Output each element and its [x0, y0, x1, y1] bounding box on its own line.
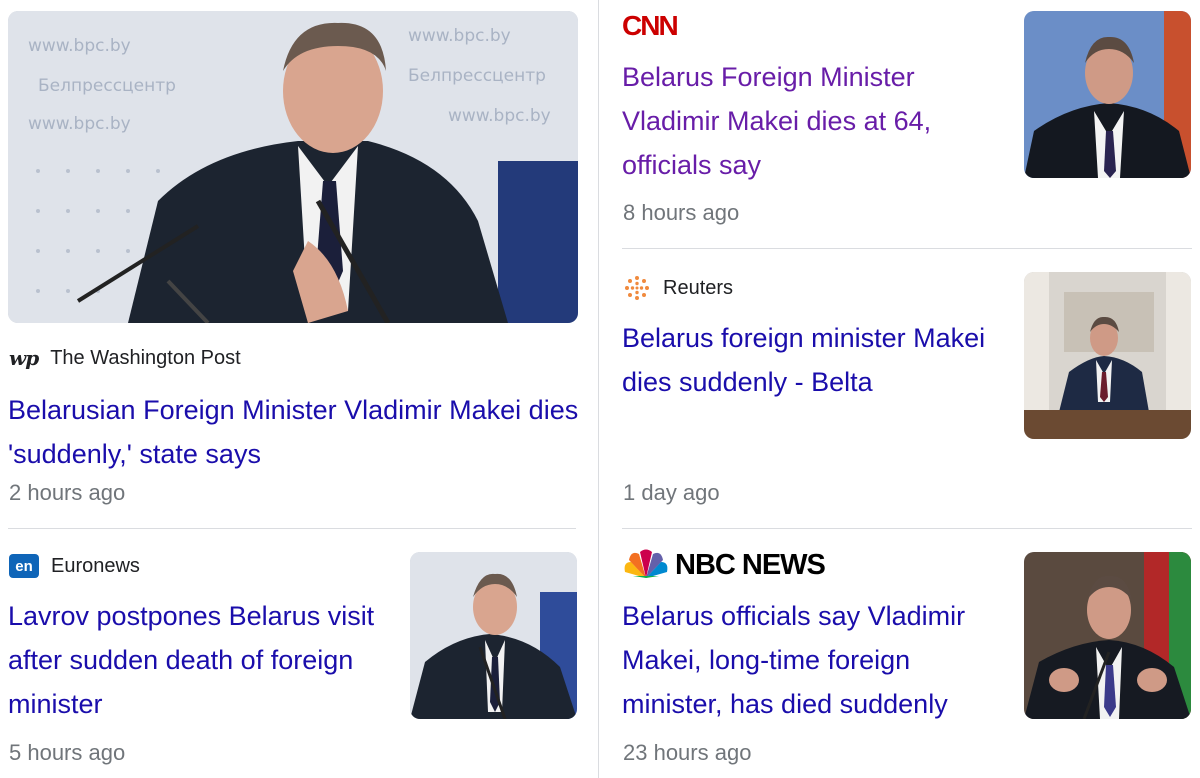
reuters-logo-icon [623, 274, 651, 302]
article-thumbnail-cnn[interactable] [1024, 11, 1191, 178]
euronews-logo-icon: en [9, 554, 39, 578]
article-timestamp: 23 hours ago [623, 740, 752, 765]
nbc-peacock-icon [623, 548, 669, 582]
article-headline-link[interactable]: Lavrov postpones Belarus visit after sud… [8, 594, 383, 726]
article-thumbnail-reuters[interactable] [1024, 272, 1191, 439]
nbc-news-wordmark: NBC NEWS [675, 548, 826, 581]
article-timestamp: 1 day ago [623, 480, 720, 505]
divider [622, 248, 1192, 249]
article-headline-link[interactable]: Belarusian Foreign Minister Vladimir Mak… [8, 388, 583, 476]
backdrop-text: www.bpc.by [408, 26, 511, 46]
divider [622, 528, 1192, 529]
backdrop-text: www.bpc.by [28, 114, 131, 134]
divider [8, 528, 576, 529]
article-headline-link[interactable]: Belarus foreign minister Makei dies sudd… [622, 316, 997, 404]
article-timestamp: 8 hours ago [623, 200, 740, 225]
article-source-washington-post: wp The Washington Post [9, 346, 241, 370]
article-thumbnail-washington-post[interactable]: www.bpc.by www.bpc.by Белпрессцентр Белп… [8, 11, 578, 323]
article-thumbnail-euronews[interactable] [410, 552, 577, 719]
article-source-euronews: en Euronews [9, 554, 140, 578]
backdrop-text: www.bpc.by [28, 36, 131, 56]
column-divider [598, 0, 599, 778]
article-timestamp: 5 hours ago [9, 740, 126, 765]
cnn-logo-icon: CNN [622, 10, 679, 41]
article-source-name: Reuters [663, 276, 734, 299]
article-headline-link[interactable]: Belarus officials say Vladimir Makei, lo… [622, 594, 1002, 726]
article-headline-link[interactable]: Belarus Foreign Minister Vladimir Makei … [622, 55, 967, 187]
article-source-name: Euronews [51, 554, 140, 577]
washington-post-logo-icon: wp [9, 346, 39, 370]
article-source-nbc-news: NBC NEWS [623, 548, 826, 582]
backdrop-text: Белпрессцентр [408, 66, 546, 86]
article-timestamp: 2 hours ago [9, 480, 126, 505]
backdrop-text: Белпрессцентр [38, 76, 176, 96]
article-thumbnail-nbc-news[interactable] [1024, 552, 1191, 719]
article-source-reuters: Reuters [623, 274, 733, 302]
article-source-cnn: CNN [622, 10, 679, 42]
backdrop-text: www.bpc.by [448, 106, 551, 126]
article-source-name: The Washington Post [50, 346, 241, 369]
